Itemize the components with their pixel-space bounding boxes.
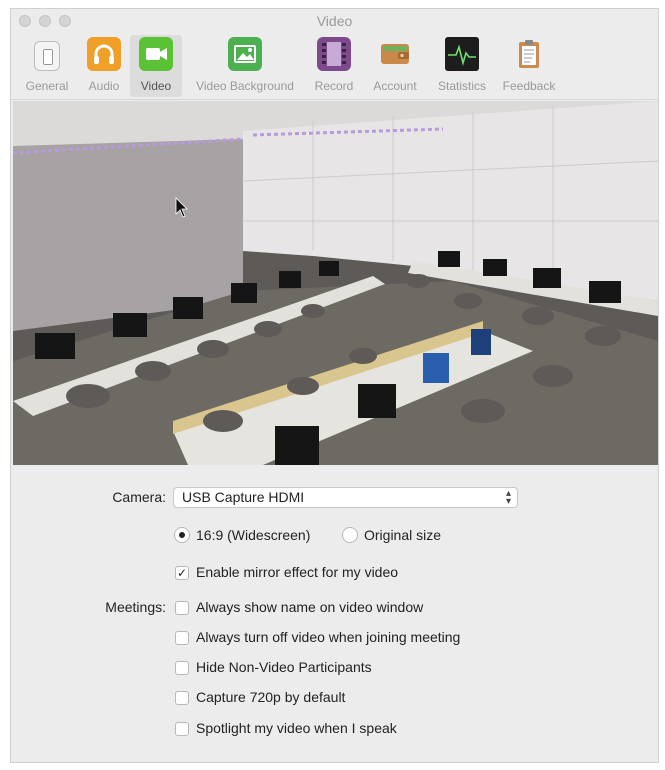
tab-account-label: Account [373, 79, 417, 93]
meetings-label: Meetings: [105, 599, 166, 615]
title-bar: Video [11, 9, 658, 33]
show-name-label: Always show name on video window [196, 599, 424, 615]
tab-audio[interactable]: Audio [79, 35, 129, 97]
switch-icon [34, 41, 60, 71]
camera-select-value: USB Capture HDMI [182, 489, 305, 505]
video-preview [13, 101, 658, 465]
chevron-up-down-icon: ▴ ▾ [505, 488, 511, 507]
tab-general-label: General [25, 79, 69, 93]
preferences-window: Video General Audio Video Video Backgrou… [10, 8, 659, 763]
video-settings-panel: Camera: USB Capture HDMI ▴ ▾ 16:9 (Widesc… [11, 465, 658, 762]
hide-non-video-label: Hide Non-Video Participants [196, 659, 372, 675]
aspect-widescreen-label: 16:9 (Widescreen) [196, 527, 311, 543]
spotlight-checkbox[interactable] [175, 722, 189, 736]
tab-audio-label: Audio [88, 79, 120, 93]
tab-account[interactable]: Account [364, 35, 426, 97]
wallet-icon [378, 37, 412, 71]
camera-feed-image [13, 101, 658, 465]
tab-statistics[interactable]: Statistics [427, 35, 497, 97]
image-icon [228, 37, 262, 71]
tab-video-background[interactable]: Video Background [186, 35, 304, 97]
camera-label: Camera: [112, 489, 166, 505]
tab-record[interactable]: Record [308, 35, 360, 97]
turn-off-video-label: Always turn off video when joining meeti… [196, 629, 461, 645]
aspect-widescreen-radio[interactable] [174, 527, 190, 543]
window-title: Video [316, 13, 353, 29]
tab-record-label: Record [314, 79, 354, 93]
tab-feedback[interactable]: Feedback [498, 35, 560, 97]
tab-video-background-label: Video Background [196, 79, 294, 93]
tab-video[interactable]: Video [130, 35, 182, 97]
video-camera-icon [139, 37, 173, 71]
mirror-checkbox[interactable]: ✓ [175, 566, 189, 580]
preferences-toolbar: General Audio Video Video Background Rec… [11, 33, 658, 100]
spotlight-label: Spotlight my video when I speak [196, 720, 397, 736]
tab-feedback-label: Feedback [502, 79, 556, 93]
tab-general[interactable]: General [15, 35, 79, 97]
aspect-original-radio[interactable] [342, 527, 358, 543]
mirror-label: Enable mirror effect for my video [196, 564, 399, 580]
aspect-original-label: Original size [364, 527, 442, 543]
show-name-checkbox[interactable] [175, 601, 189, 615]
capture-720p-checkbox[interactable] [175, 691, 189, 705]
clipboard-icon [512, 37, 546, 71]
turn-off-video-checkbox[interactable] [175, 631, 189, 645]
activity-monitor-icon [445, 37, 479, 71]
hide-non-video-checkbox[interactable] [175, 661, 189, 675]
capture-720p-label: Capture 720p by default [196, 689, 346, 705]
tab-statistics-label: Statistics [437, 79, 486, 93]
camera-select[interactable]: USB Capture HDMI ▴ ▾ [173, 487, 518, 508]
tab-video-label: Video [140, 79, 172, 93]
headphones-icon [87, 37, 121, 71]
film-strip-icon [317, 37, 351, 71]
